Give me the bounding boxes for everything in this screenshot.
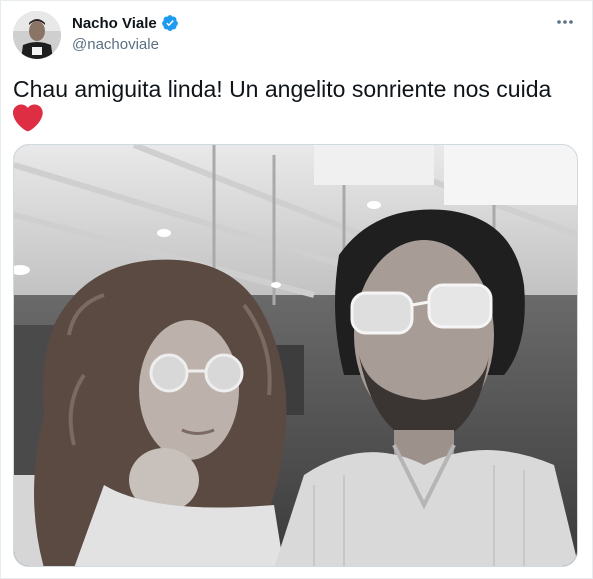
more-options-button[interactable] <box>554 11 576 33</box>
author-display-name[interactable]: Nacho Viale <box>72 15 157 32</box>
photo-image <box>14 145 577 566</box>
tweet-photo[interactable] <box>13 144 578 567</box>
author-handle[interactable]: @nachoviale <box>72 36 159 53</box>
heart-icon <box>12 104 43 132</box>
avatar-image <box>13 11 61 59</box>
more-options-icon <box>557 20 573 24</box>
red-heart-emoji <box>12 104 43 132</box>
tweet-card[interactable]: Nacho Viale @nachoviale Chau amiguita li… <box>0 0 593 579</box>
author-name-row: Nacho Viale <box>72 14 179 32</box>
avatar[interactable] <box>13 11 61 59</box>
verified-badge-icon <box>161 14 179 32</box>
tweet-text: Chau amiguita linda! Un angelito sonrien… <box>13 76 552 102</box>
